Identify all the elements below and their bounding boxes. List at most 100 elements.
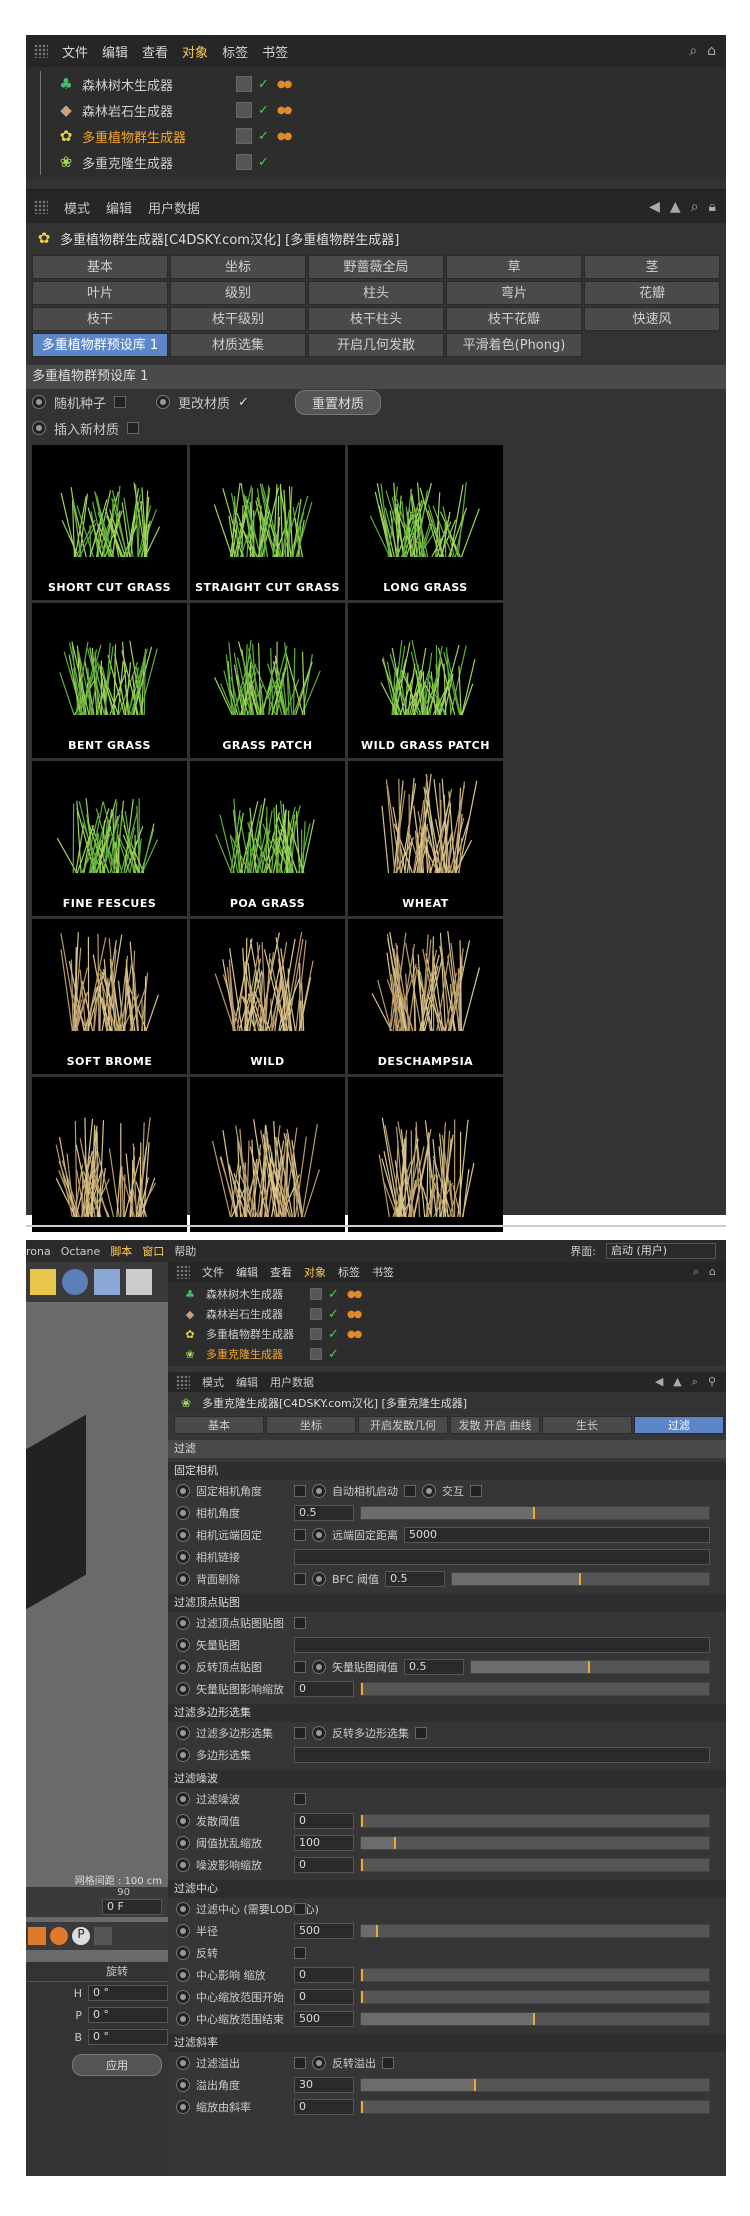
param-radio[interactable] [176, 2100, 190, 2114]
menu-edit[interactable]: 编辑 [102, 42, 128, 61]
enabled-check-icon[interactable]: ✓ [258, 155, 269, 170]
param-value[interactable]: 0 [294, 1681, 354, 1697]
menu-mode[interactable]: 模式 [64, 198, 90, 217]
search-icon[interactable]: ⌕ [692, 1375, 698, 1389]
object-row-rock[interactable]: ◆ 森林岩石生成器 ✓ ●● [168, 1304, 726, 1324]
object-row-flora[interactable]: ✿ 多重植物群生成器 ✓ ●● [168, 1324, 726, 1344]
enabled-check-icon[interactable]: ✓ [258, 103, 269, 118]
preset-thumb[interactable]: STRAIGHT CUT GRASS [190, 445, 345, 600]
tag-dots-icon[interactable]: ●● [277, 131, 293, 142]
lock-icon[interactable]: ⚲ [708, 1375, 716, 1389]
menu-bookmarks[interactable]: 书签 [372, 1264, 394, 1280]
object-row-flora[interactable]: ✿ 多重植物群生成器 ✓ ●● [26, 123, 726, 149]
menu-window[interactable]: 窗口 [142, 1243, 164, 1259]
extra-radio[interactable] [312, 2056, 326, 2070]
param-value[interactable]: 0 [294, 1813, 354, 1829]
tab-5[interactable]: 过滤 [634, 1416, 724, 1434]
h-field[interactable]: 0 ° [88, 1985, 168, 2001]
tab-4[interactable]: 生长 [542, 1416, 632, 1434]
extra-checkbox[interactable] [415, 1727, 427, 1739]
param-radio[interactable] [176, 2078, 190, 2092]
checkbox-random[interactable] [114, 396, 127, 408]
menu-file[interactable]: 文件 [202, 1264, 224, 1280]
tab-12[interactable]: 枝干柱头 [308, 307, 444, 331]
grid-icon[interactable] [94, 1269, 120, 1295]
param-value[interactable]: 0 [294, 2099, 354, 2115]
tag-dots-icon[interactable]: ●● [277, 79, 293, 90]
tab-11[interactable]: 枝干级别 [170, 307, 306, 331]
radio-insert[interactable] [32, 421, 46, 435]
object-row-clone[interactable]: ❀ 多重克隆生成器 ✓ [26, 149, 726, 175]
preset-thumb[interactable] [190, 1077, 345, 1232]
interface-select[interactable]: 启动 (用户) [606, 1243, 716, 1259]
menu-userdata[interactable]: 用户数据 [148, 198, 200, 217]
search-icon[interactable]: ⌕ [691, 199, 699, 215]
param-value[interactable] [294, 1747, 710, 1763]
param-checkbox[interactable] [294, 1529, 306, 1541]
back-arrow-icon[interactable]: ◀ [649, 199, 660, 215]
preset-thumb[interactable]: WILD GRASS PATCH [348, 603, 503, 758]
group-header[interactable]: 过滤多边形选集 [168, 1704, 726, 1722]
extra2-checkbox[interactable] [470, 1485, 482, 1497]
param-slider[interactable] [360, 1858, 710, 1872]
group-header[interactable]: 过滤噪波 [168, 1770, 726, 1788]
param-checkbox[interactable] [294, 1727, 306, 1739]
tab-3[interactable]: 发散 开启 曲线 [450, 1416, 540, 1434]
param-checkbox[interactable] [294, 1485, 306, 1497]
param-radio[interactable] [176, 1858, 190, 1872]
param-value[interactable]: 0.5 [294, 1505, 354, 1521]
enabled-check-icon[interactable]: ✓ [328, 1307, 339, 1322]
preset-thumb[interactable]: FINE FESCUES [32, 761, 187, 916]
home-icon[interactable]: ⌂ [707, 43, 716, 59]
preset-thumb[interactable]: LONG GRASS [348, 445, 503, 600]
grip-icon[interactable] [34, 200, 48, 214]
sphere-icon[interactable] [62, 1269, 88, 1295]
param-radio[interactable] [176, 1616, 190, 1630]
tab-18[interactable]: 平滑着色(Phong) [446, 333, 582, 357]
tab-13[interactable]: 枝干花瓣 [446, 307, 582, 331]
home-icon[interactable]: ⌂ [709, 1265, 716, 1279]
menu-tags[interactable]: 标签 [338, 1264, 360, 1280]
param-checkbox[interactable] [294, 1903, 306, 1915]
layer-cell[interactable] [236, 76, 252, 92]
param-value[interactable]: 0.5 [404, 1659, 464, 1675]
enabled-check-icon[interactable]: ✓ [258, 129, 269, 144]
param-value[interactable]: 500 [294, 1923, 354, 1939]
param-slider[interactable] [360, 2012, 710, 2026]
menu-edit[interactable]: 编辑 [236, 1374, 258, 1390]
param-slider[interactable] [360, 2100, 710, 2114]
param-radio[interactable] [176, 1528, 190, 1542]
tab-15[interactable]: 多重植物群预设库 1 [32, 333, 168, 357]
menu-script[interactable]: 脚本 [110, 1243, 132, 1259]
param-radio[interactable] [176, 1660, 190, 1674]
layer-cell[interactable] [236, 102, 252, 118]
param-value[interactable]: 500 [294, 2011, 354, 2027]
preset-thumb[interactable]: WILD [190, 919, 345, 1074]
grip-icon[interactable] [176, 1375, 190, 1389]
tab-7[interactable]: 柱头 [308, 281, 444, 305]
apply-button[interactable]: 应用 [72, 2054, 162, 2076]
preset-thumb[interactable]: SHORT CUT GRASS [32, 445, 187, 600]
param-radio[interactable] [176, 1550, 190, 1564]
preset-thumb[interactable]: BENT GRASS [32, 603, 187, 758]
menu-object[interactable]: 对象 [304, 1264, 326, 1280]
param-slider[interactable] [360, 1682, 710, 1696]
up-arrow-icon[interactable]: ▲ [673, 1375, 681, 1389]
tab-10[interactable]: 枝干 [32, 307, 168, 331]
param-radio[interactable] [176, 1990, 190, 2004]
b-field[interactable]: 0 ° [88, 2029, 168, 2045]
menu-edit[interactable]: 编辑 [106, 198, 132, 217]
enabled-check-icon[interactable]: ✓ [328, 1327, 339, 1342]
param-radio[interactable] [176, 1748, 190, 1762]
param-value[interactable] [294, 1637, 710, 1653]
key-icon[interactable] [50, 1927, 68, 1945]
param-radio[interactable] [176, 1902, 190, 1916]
radio-change[interactable] [156, 395, 171, 409]
preset-thumb[interactable] [348, 1077, 503, 1232]
tab-8[interactable]: 弯片 [446, 281, 582, 305]
frame-field[interactable]: 0 F [102, 1899, 162, 1915]
p-field[interactable]: 0 ° [88, 2007, 168, 2023]
tab-2[interactable]: 野蔷薇全局 [308, 255, 444, 279]
reset-material-button[interactable]: 重置材质 [294, 389, 381, 415]
param-value[interactable] [294, 1549, 710, 1565]
